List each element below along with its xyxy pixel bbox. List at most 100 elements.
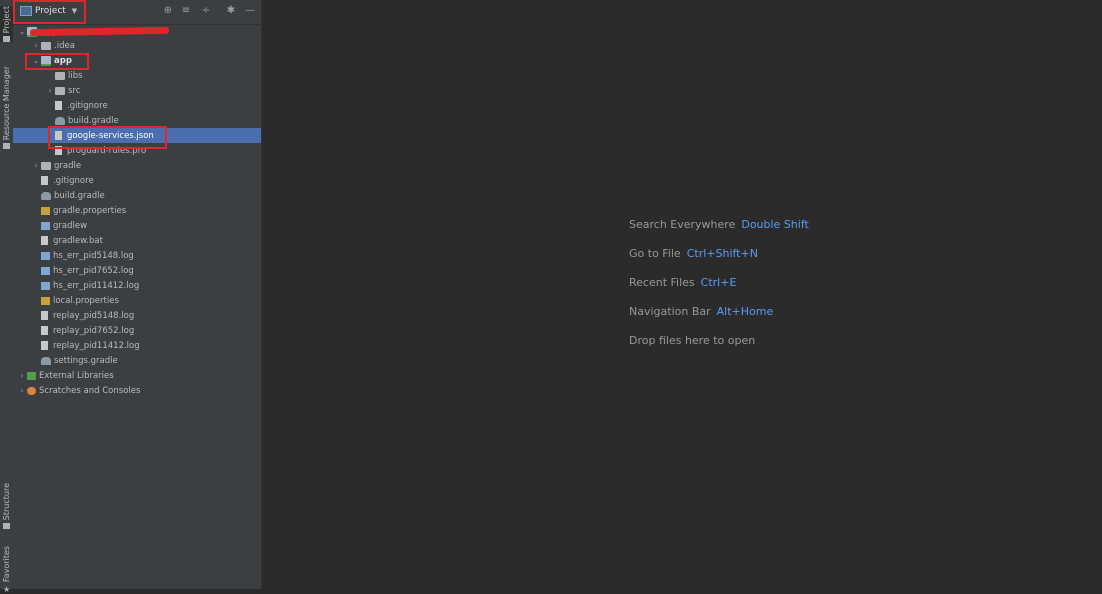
chevron-right-icon[interactable]: › — [31, 41, 41, 50]
tree-row-hs-err-5148[interactable]: hs_err_pid5148.log — [13, 248, 261, 263]
log-file-icon — [41, 326, 48, 335]
hint-shortcut: Double Shift — [741, 218, 809, 231]
structure-tool-tab[interactable]: Structure — [0, 483, 13, 530]
tree-label: src — [68, 85, 81, 96]
tree-label: External Libraries — [39, 370, 114, 381]
collapse-all-icon[interactable]: ÷ — [200, 5, 212, 17]
file-icon — [41, 236, 48, 245]
tree-label: .idea — [54, 40, 75, 51]
tree-label: .gitignore — [67, 100, 108, 111]
tree-row-gradlew[interactable]: gradlew — [13, 218, 261, 233]
scratches-icon — [27, 386, 36, 395]
folder-icon — [41, 161, 51, 170]
chevron-right-icon[interactable]: › — [45, 86, 55, 95]
tree-label: libs — [68, 70, 83, 81]
tree-row-gradle[interactable]: › gradle — [13, 158, 261, 173]
tree-row-replay-7652[interactable]: replay_pid7652.log — [13, 323, 261, 338]
hint-text: Recent Files — [629, 276, 695, 289]
folder-icon — [41, 41, 51, 50]
project-tool-tab[interactable]: Project — [0, 6, 13, 43]
folder-icon — [55, 86, 65, 95]
tree-label: .gitignore — [53, 175, 94, 186]
gear-icon[interactable]: ✱ — [225, 5, 237, 17]
log-file-icon — [41, 251, 50, 260]
hint-text: Search Everywhere — [629, 218, 736, 231]
annotation-box-project — [13, 0, 86, 24]
star-icon: ★ — [3, 585, 11, 594]
tree-row-root-gitignore[interactable]: .gitignore — [13, 173, 261, 188]
properties-file-icon — [41, 296, 50, 305]
tree-label: gradle — [54, 160, 82, 171]
tree-label: gradle.properties — [53, 205, 127, 216]
tree-row-external-libraries[interactable]: › External Libraries — [13, 368, 261, 383]
file-icon — [41, 176, 48, 185]
hint-recent-files: Recent Files Ctrl+E — [629, 276, 809, 305]
tree-row-hs-err-7652[interactable]: hs_err_pid7652.log — [13, 263, 261, 278]
tree-label: gradlew.bat — [53, 235, 103, 246]
hint-navigation-bar: Navigation Bar Alt+Home — [629, 305, 809, 334]
tree-row-gradle-properties[interactable]: gradle.properties — [13, 203, 261, 218]
tree-label: build.gradle — [54, 190, 105, 201]
structure-icon — [3, 523, 10, 530]
tree-row-gitignore[interactable]: .gitignore — [13, 98, 261, 113]
resource-manager-icon — [3, 143, 10, 150]
chevron-right-icon[interactable]: › — [17, 386, 27, 395]
tree-row-settings-gradle[interactable]: settings.gradle — [13, 353, 261, 368]
hint-shortcut: Ctrl+E — [700, 276, 737, 289]
annotation-box-google-services — [48, 126, 167, 149]
gradle-icon — [41, 356, 51, 365]
structure-tab-label: Structure — [2, 483, 11, 521]
resource-manager-tool-tab[interactable]: Resource Manager — [0, 66, 13, 150]
tree-row-root-build-gradle[interactable]: build.gradle — [13, 188, 261, 203]
minimize-icon[interactable]: — — [244, 5, 256, 17]
tree-label: Scratches and Consoles — [39, 385, 141, 396]
tree-row-idea[interactable]: › .idea — [13, 38, 261, 53]
tree-label: hs_err_pid11412.log — [53, 280, 140, 291]
tool-window-strip: Project Resource Manager Structure Favor… — [0, 0, 14, 594]
log-file-icon — [41, 341, 48, 350]
hint-go-to-file: Go to File Ctrl+Shift+N — [629, 247, 809, 276]
script-file-icon — [41, 221, 50, 230]
tree-label: hs_err_pid5148.log — [53, 250, 134, 261]
folder-icon — [3, 36, 10, 43]
tree-row-local-properties[interactable]: local.properties — [13, 293, 261, 308]
chevron-right-icon[interactable]: › — [31, 161, 41, 170]
hint-text: Navigation Bar — [629, 305, 711, 318]
tree-row-libs[interactable]: libs — [13, 68, 261, 83]
gradle-icon — [55, 116, 65, 125]
tree-label: local.properties — [53, 295, 119, 306]
tree-label: gradlew — [53, 220, 88, 231]
chevron-right-icon[interactable]: › — [17, 371, 27, 380]
chevron-down-icon[interactable]: ⌄ — [17, 27, 27, 36]
file-icon — [55, 101, 62, 110]
gradle-icon — [41, 191, 51, 200]
tree-row-hs-err-11412[interactable]: hs_err_pid11412.log — [13, 278, 261, 293]
annotation-box-app — [25, 53, 89, 70]
favorites-tab-label: Favorites — [2, 546, 11, 583]
resource-manager-tab-label: Resource Manager — [2, 66, 11, 141]
log-file-icon — [41, 281, 50, 290]
log-file-icon — [41, 311, 48, 320]
project-tool-tab-label: Project — [2, 6, 11, 34]
editor-area[interactable]: Search Everywhere Double Shift Go to Fil… — [261, 0, 1102, 589]
tree-label: replay_pid11412.log — [53, 340, 140, 351]
tree-label: hs_err_pid7652.log — [53, 265, 134, 276]
project-panel: Project ▼ ⊕ ≡ ÷ ✱ — ⌄ app › .idea ⌄ app … — [13, 0, 261, 589]
tree-row-scratches[interactable]: › Scratches and Consoles — [13, 383, 261, 398]
tree-label: settings.gradle — [54, 355, 118, 366]
libraries-icon — [27, 371, 36, 380]
log-file-icon — [41, 266, 50, 275]
hint-text: Go to File — [629, 247, 681, 260]
tree-row-src[interactable]: › src — [13, 83, 261, 98]
hint-drop-files: Drop files here to open — [629, 334, 809, 363]
tree-row-replay-5148[interactable]: replay_pid5148.log — [13, 308, 261, 323]
expand-all-icon[interactable]: ≡ — [180, 5, 192, 17]
globe-icon[interactable]: ⊕ — [162, 5, 174, 17]
tree-label: build.gradle — [68, 115, 119, 126]
tree-label: replay_pid7652.log — [53, 325, 135, 336]
tree-row-replay-11412[interactable]: replay_pid11412.log — [13, 338, 261, 353]
tree-row-gradlew-bat[interactable]: gradlew.bat — [13, 233, 261, 248]
favorites-tool-tab[interactable]: Favorites ★ — [0, 546, 13, 594]
tree-label: replay_pid5148.log — [53, 310, 135, 321]
hint-shortcut: Ctrl+Shift+N — [686, 247, 758, 260]
